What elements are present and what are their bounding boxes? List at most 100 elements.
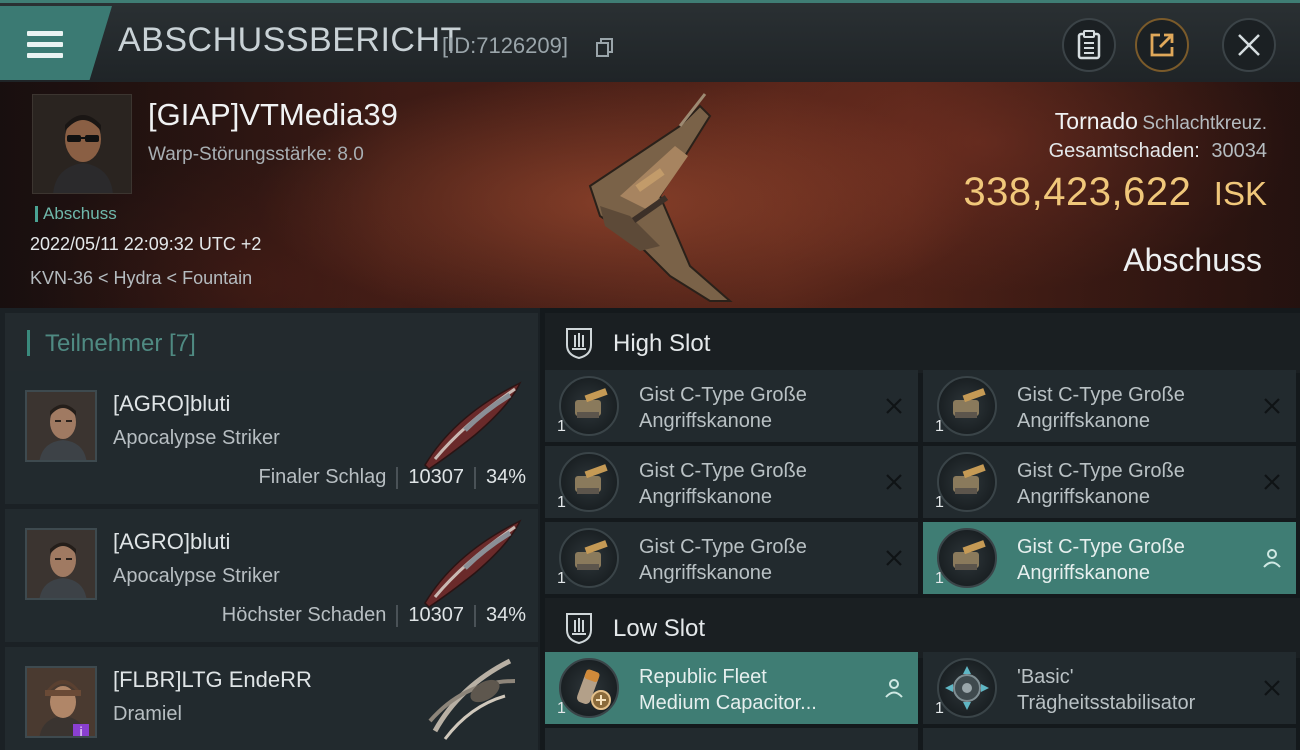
module-name-line1: Gist C-Type Große: [639, 384, 807, 406]
module-item[interactable]: [545, 728, 918, 750]
module-name: Gist C-Type Große Angriffskanone: [1017, 382, 1257, 434]
victim-ship-class: Schlachtkreuz.: [1142, 113, 1267, 134]
victim-name[interactable]: [GIAP]VTMedia39: [148, 97, 398, 133]
high-slot-title: High Slot: [613, 330, 711, 357]
module-item[interactable]: 1 Gist C-Type Große Angriffskanone: [923, 370, 1296, 442]
turret-graphic: [575, 540, 608, 570]
attacker-row[interactable]: i [FLBR]LTG EndeRR Dramiel: [5, 647, 538, 750]
divider: [473, 466, 476, 489]
module-name-line2: Medium Capacitor...: [639, 692, 817, 714]
module-quantity: 1: [557, 570, 566, 587]
attacker-name[interactable]: [AGRO]bluti: [113, 529, 230, 555]
turret-icon: [559, 452, 619, 512]
share-button[interactable]: [1135, 18, 1189, 72]
module-quantity: 1: [557, 418, 566, 435]
attackers-header-accent: [27, 330, 30, 356]
module-quantity: 1: [557, 700, 566, 717]
close-button[interactable]: [1222, 18, 1276, 72]
module-item[interactable]: 1 'Basic' Trägheitsstabilisator: [923, 652, 1296, 724]
person-icon: [1263, 549, 1281, 568]
turret-icon: [937, 376, 997, 436]
module-name-line2: Angriffskanone: [1017, 486, 1151, 508]
module-name-line1: Gist C-Type Große: [1017, 460, 1185, 482]
turret-graphic: [575, 388, 608, 418]
destroyed-icon: [1264, 680, 1280, 696]
attacker-portrait[interactable]: [25, 528, 97, 600]
kill-summary: [GIAP]VTMedia39 Warp-Störungsstärke: 8.0…: [0, 82, 1300, 308]
module-name-line1: Republic Fleet: [639, 666, 767, 688]
turret-icon: [559, 376, 619, 436]
module-item[interactable]: [923, 728, 1296, 750]
kill-type-tag: Abschuss: [35, 205, 117, 222]
attacker-percent: 34%: [485, 466, 526, 488]
module-quantity: 1: [935, 570, 944, 587]
fittings-panel: High Slot 1 Gist C-Type Große Angriffska…: [540, 308, 1300, 750]
attacker-portrait[interactable]: [25, 390, 97, 462]
divider: [396, 604, 399, 627]
high-slot-header: High Slot: [545, 313, 1300, 373]
isk-unit: ISK: [1213, 175, 1267, 212]
pilot-avatar: [33, 95, 131, 193]
top-bar: ABSCHUSSBERICHT [ID:7126209]: [0, 0, 1300, 82]
turret-icon: [937, 452, 997, 512]
attacker-ship-image: [428, 658, 516, 740]
victim-portrait[interactable]: [32, 94, 132, 194]
module-name: Gist C-Type Große Angriffskanone: [1017, 534, 1257, 586]
turret-graphic: [953, 388, 986, 418]
module-item[interactable]: 1 Republic Fleet Medium Capacitor...: [545, 652, 918, 724]
close-icon: [1238, 34, 1260, 56]
turret-graphic: [953, 540, 986, 570]
attacker-damage: 10307: [408, 466, 464, 488]
clipboard-icon: [1077, 30, 1101, 60]
module-quantity: 1: [935, 700, 944, 717]
attacker-ship-image: [424, 381, 522, 470]
module-item[interactable]: 1 Gist C-Type Große Angriffskanone: [545, 522, 918, 594]
attacker-name[interactable]: [AGRO]bluti: [113, 391, 230, 417]
turret-icon: [559, 528, 619, 588]
module-item[interactable]: 1 Gist C-Type Große Angriffskanone: [545, 446, 918, 518]
attacker-ship-image: [424, 519, 522, 608]
attacker-row[interactable]: [AGRO]bluti Apocalypse Striker Höchster …: [5, 509, 538, 642]
isk-value: 338,423,622: [963, 170, 1192, 214]
module-name: Gist C-Type Große Angriffskanone: [639, 382, 879, 434]
clipboard-button[interactable]: [1062, 18, 1116, 72]
stabilizer-graphic: [945, 666, 989, 710]
module-item[interactable]: 1 Gist C-Type Große Angriffskanone: [923, 522, 1296, 594]
inertia-stabilizer-icon: [937, 658, 997, 718]
kill-id: [ID:7126209]: [442, 33, 568, 58]
victim-ship-image: [588, 93, 733, 302]
module-item[interactable]: 1 Gist C-Type Große Angriffskanone: [545, 370, 918, 442]
turret-icon: [937, 528, 997, 588]
module-name: Gist C-Type Große Angriffskanone: [639, 458, 879, 510]
destroyed-icon: [886, 398, 902, 414]
destroyed-icon: [1264, 474, 1280, 490]
module-name: 'Basic' Trägheitsstabilisator: [1017, 664, 1257, 716]
low-slot-title: Low Slot: [613, 615, 706, 642]
module-item[interactable]: 1 Gist C-Type Große Angriffskanone: [923, 446, 1296, 518]
module-name-line2: Angriffskanone: [1017, 410, 1151, 432]
warp-disruption-strength: Warp-Störungsstärke: 8.0: [148, 144, 364, 165]
hamburger-icon: [27, 31, 63, 36]
low-slot-header: Low Slot: [545, 598, 1300, 658]
module-name: Gist C-Type Große Angriffskanone: [639, 534, 879, 586]
module-name-line1: Gist C-Type Große: [639, 460, 807, 482]
attacker-portrait[interactable]: i: [25, 666, 97, 738]
attacker-stats: Finaler Schlag 10307 34%: [258, 466, 526, 489]
destroyed-icon: [886, 550, 902, 566]
hamburger-icon-line: [27, 53, 63, 58]
module-quantity: 1: [557, 494, 566, 511]
module-name: Republic Fleet Medium Capacitor...: [639, 664, 879, 716]
kill-result: Abschuss: [1123, 242, 1262, 278]
menu-button[interactable]: [0, 6, 112, 80]
attacker-role: Finaler Schlag: [258, 466, 387, 488]
divider: [473, 604, 476, 627]
attacker-stats: Höchster Schaden 10307 34%: [222, 604, 526, 627]
turret-graphic: [575, 464, 608, 494]
high-slot-icon: [566, 328, 592, 359]
page-title: ABSCHUSSBERICHT: [118, 21, 462, 59]
info-badge-icon: i: [73, 724, 89, 736]
copy-icon[interactable]: [596, 38, 614, 58]
attacker-row[interactable]: [AGRO]bluti Apocalypse Striker Finaler S…: [5, 371, 538, 504]
attacker-name[interactable]: [FLBR]LTG EndeRR: [113, 667, 312, 693]
attackers-header: Teilnehmer [7]: [5, 313, 538, 373]
